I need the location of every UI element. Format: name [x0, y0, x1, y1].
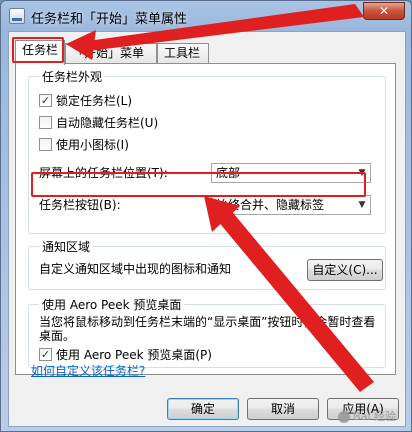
- small-icons-label: 使用小图标(I): [56, 138, 129, 152]
- taskbar-buttons-value: 始终合并、隐藏标签: [216, 198, 325, 212]
- aero-peek-check-icon: ✓: [39, 348, 52, 361]
- lock-taskbar-check-icon: ✓: [39, 94, 52, 107]
- window-title: 任务栏和「开始」菜单属性: [31, 12, 188, 27]
- autohide-taskbar-checkbox[interactable]: 自动隐藏任务栏(U): [39, 115, 158, 131]
- location-dropdown[interactable]: 底部 ▼: [211, 163, 371, 183]
- aero-peek-checkbox[interactable]: ✓ 使用 Aero Peek 预览桌面(P): [39, 347, 212, 363]
- location-label: 屏幕上的任务栏位置(T):: [39, 166, 168, 180]
- help-link[interactable]: 如何自定义该任务栏?: [31, 362, 145, 379]
- aero-peek-checkbox-label: 使用 Aero Peek 预览桌面(P): [56, 348, 212, 362]
- taskbar-app-icon: [9, 8, 25, 24]
- small-icons-checkbox[interactable]: 使用小图标(I): [39, 137, 129, 153]
- paw-icon: [338, 411, 351, 423]
- lock-taskbar-label: 锁定任务栏(L): [56, 94, 133, 108]
- location-value: 底部: [216, 166, 241, 180]
- appearance-group: 任务栏外观 ✓ 锁定任务栏(L) 自动隐藏任务栏(U) 使用小图标(I) 屏幕上的…: [28, 68, 386, 234]
- tab-toolbars[interactable]: 工具栏: [157, 43, 209, 63]
- tab-taskbar[interactable]: 任务栏: [15, 40, 65, 65]
- autohide-check-box: [39, 116, 52, 129]
- watermark: Bai 经验: [338, 408, 396, 424]
- notification-group: 通知区域 自定义通知区域中出现的图标和通知 自定义(C)...: [28, 238, 386, 290]
- aero-peek-group-title: 使用 Aero Peek 预览桌面: [39, 296, 185, 313]
- customize-button[interactable]: 自定义(C)...: [307, 259, 383, 281]
- chevron-down-icon: ▼: [358, 200, 366, 210]
- chevron-down-icon: ▼: [358, 168, 366, 178]
- notification-description: 自定义通知区域中出现的图标和通知: [39, 262, 232, 276]
- taskbar-buttons-label: 任务栏按钮(B):: [39, 198, 121, 212]
- dialog-body: 任务栏 「开始」菜单 工具栏 任务栏外观 ✓ 锁定任务栏(L) 自动隐藏任务栏(U…: [8, 31, 406, 427]
- aero-peek-group: 使用 Aero Peek 预览桌面 当您将鼠标移动到任务栏末端的“显示桌面”按钮…: [28, 296, 386, 368]
- notification-group-title: 通知区域: [39, 238, 94, 255]
- close-button[interactable]: ✕: [363, 2, 405, 20]
- aero-peek-description: 当您将鼠标移动到任务栏末端的“显示桌面”按钮时，会暂时查看桌面。: [39, 315, 376, 343]
- small-icons-check-box: [39, 138, 52, 151]
- cancel-button[interactable]: 取消: [247, 398, 319, 420]
- taskbar-buttons-dropdown[interactable]: 始终合并、隐藏标签 ▼: [211, 195, 371, 215]
- title-bar[interactable]: 任务栏和「开始」菜单属性 ✕: [1, 1, 411, 31]
- watermark-text: Bai 经验: [353, 410, 396, 423]
- ok-button[interactable]: 确定: [167, 398, 239, 420]
- properties-window: 任务栏和「开始」菜单属性 ✕ 任务栏 「开始」菜单 工具栏 任务栏外观 ✓ 锁定任…: [0, 0, 412, 432]
- tab-page-taskbar: 任务栏外观 ✓ 锁定任务栏(L) 自动隐藏任务栏(U) 使用小图标(I) 屏幕上的…: [15, 63, 396, 375]
- tab-start-menu[interactable]: 「开始」菜单: [65, 43, 157, 63]
- appearance-group-title: 任务栏外观: [39, 68, 106, 85]
- lock-taskbar-checkbox[interactable]: ✓ 锁定任务栏(L): [39, 93, 132, 109]
- autohide-label: 自动隐藏任务栏(U): [56, 116, 159, 130]
